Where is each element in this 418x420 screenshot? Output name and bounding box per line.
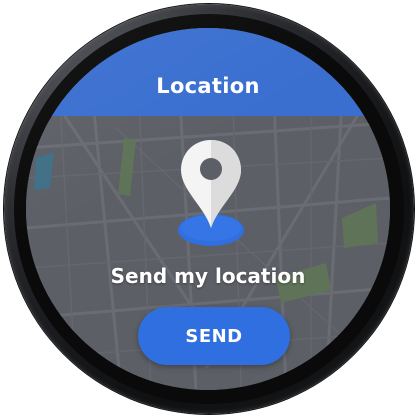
watch-device: Location Send my location SEND [0, 0, 418, 420]
watch-screen: Location Send my location SEND [26, 28, 390, 390]
header-bar [26, 28, 390, 116]
page-title: Location [156, 74, 260, 98]
send-button[interactable]: SEND [138, 307, 290, 365]
send-location-message: Send my location [110, 264, 306, 288]
location-pin-icon [178, 140, 244, 246]
